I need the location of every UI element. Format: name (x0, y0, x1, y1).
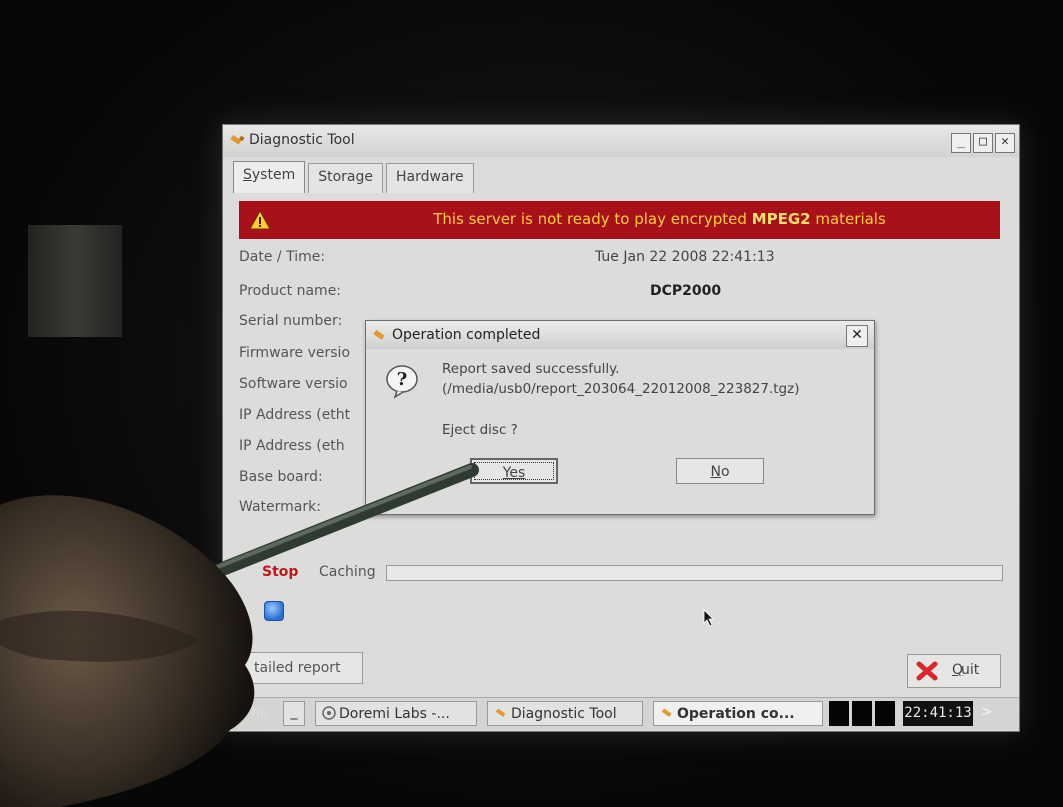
dialog-title: Operation completed (392, 327, 541, 343)
warning-text-before: This server is not ready to play encrypt… (433, 210, 752, 228)
tray-slot (852, 701, 872, 726)
quit-button[interactable]: Quit (907, 654, 1001, 688)
taskbar-clock: 22:41:13 (903, 701, 973, 726)
yes-label: Yes (502, 465, 526, 481)
bezel-reflection (28, 225, 122, 337)
taskbar-item-diagnostic[interactable]: Diagnostic Tool (487, 701, 643, 726)
operation-completed-dialog: Operation completed ✕ ? Report saved suc… (365, 320, 875, 515)
dialog-message-line2: (/media/usb0/report_203064_22012008_2238… (442, 381, 800, 397)
taskbar-item-label: Doremi Labs -... (339, 706, 450, 722)
window-title: Diagnostic Tool (249, 132, 355, 148)
caching-progress-bar (386, 565, 1003, 581)
taskbar-minimize-all[interactable]: _ (283, 701, 305, 726)
maximize-button[interactable]: □ (973, 133, 993, 153)
taskbar-more-button[interactable]: > (981, 704, 993, 720)
tab-storage[interactable]: Storage (308, 163, 383, 193)
dialog-close-button[interactable]: ✕ (846, 325, 868, 347)
info-row-ip1: IP Address (eth (239, 438, 345, 454)
close-button[interactable]: ✕ (995, 133, 1015, 153)
mouse-cursor-icon (703, 609, 714, 627)
taskbar-menu-button[interactable]: nu (223, 701, 275, 726)
doremi-logo-icon (322, 706, 336, 720)
taskbar-item-operation[interactable]: Operation co... (653, 701, 823, 726)
tab-system[interactable]: System (233, 161, 306, 193)
info-row-watermark: Watermark: (239, 499, 321, 515)
info-label: IP Address (eth (239, 438, 345, 454)
info-label: Product name: (239, 283, 342, 299)
dialog-message-line1: Report saved successfully. (442, 361, 620, 377)
tab-system-mnemonic: S (243, 167, 252, 183)
info-label: Date / Time: (239, 249, 326, 265)
info-row-firmware: Firmware versio (239, 345, 350, 361)
tab-hardware[interactable]: Hardware (386, 163, 474, 193)
info-row-baseboard: Base board: (239, 469, 323, 485)
info-label: Serial number: (239, 313, 343, 329)
info-row-datetime: Date / Time: Tue Jan 22 2008 22:41:13 (239, 249, 775, 265)
no-button[interactable]: No (676, 458, 764, 484)
tray-slot (829, 701, 849, 726)
taskbar-item-doremi[interactable]: Doremi Labs -... (315, 701, 477, 726)
info-label: Watermark: (239, 499, 321, 515)
warning-banner: This server is not ready to play encrypt… (239, 201, 1000, 239)
stop-button[interactable]: Stop (262, 564, 298, 580)
taskbar: nu _ Doremi Labs -... Diagnostic Tool Op… (223, 697, 1019, 730)
detailed-report-button[interactable]: tailed report (243, 652, 363, 684)
tool-icon (661, 708, 672, 717)
info-row-product: Product name: DCP2000 (239, 283, 721, 299)
warning-text-bold: MPEG2 (751, 210, 811, 228)
tool-icon (495, 708, 506, 717)
yes-button[interactable]: Yes (470, 458, 558, 484)
question-icon: ? (386, 365, 418, 399)
tray-slot (875, 701, 895, 726)
app-tool-icon (230, 134, 245, 145)
info-label: IP Address (etht (239, 407, 351, 423)
caching-label: Caching (319, 564, 376, 580)
quit-x-icon (916, 661, 938, 681)
window-titlebar[interactable]: Diagnostic Tool _ □ ✕ (223, 125, 1019, 157)
info-label: Base board: (239, 469, 323, 485)
dialog-question: Eject disc ? (442, 422, 518, 438)
dialog-titlebar[interactable]: Operation completed ✕ (366, 321, 874, 349)
info-value: Tue Jan 22 2008 22:41:13 (595, 249, 775, 265)
taskbar-tray (829, 701, 895, 726)
warning-message: This server is not ready to play encrypt… (239, 210, 1000, 228)
caching-row: Stop Caching (246, 563, 1006, 583)
tab-system-label: ystem (251, 167, 296, 183)
info-row-software: Software versio (239, 376, 348, 392)
warning-text-after: materials (810, 210, 886, 228)
no-mnemonic: N (710, 464, 721, 480)
svg-text:?: ? (397, 369, 408, 390)
info-row-serial: Serial number: (239, 313, 342, 329)
info-value: DCP2000 (650, 283, 722, 299)
no-label: o (720, 464, 730, 480)
taskbar-item-label: Diagnostic Tool (511, 706, 617, 722)
minimize-button[interactable]: _ (951, 133, 971, 153)
status-led-icon (264, 601, 284, 621)
info-label: Software versio (239, 376, 348, 392)
info-row-ip0: IP Address (etht (239, 407, 350, 423)
quit-label-rest: uit (961, 662, 980, 678)
dialog-tool-icon (373, 329, 385, 340)
tab-bar: System Storage Hardware (233, 161, 477, 193)
info-label: Firmware versio (239, 345, 351, 361)
taskbar-item-label: Operation co... (677, 706, 795, 722)
screen: Diagnostic Tool _ □ ✕ System Storage Har… (222, 124, 1020, 732)
